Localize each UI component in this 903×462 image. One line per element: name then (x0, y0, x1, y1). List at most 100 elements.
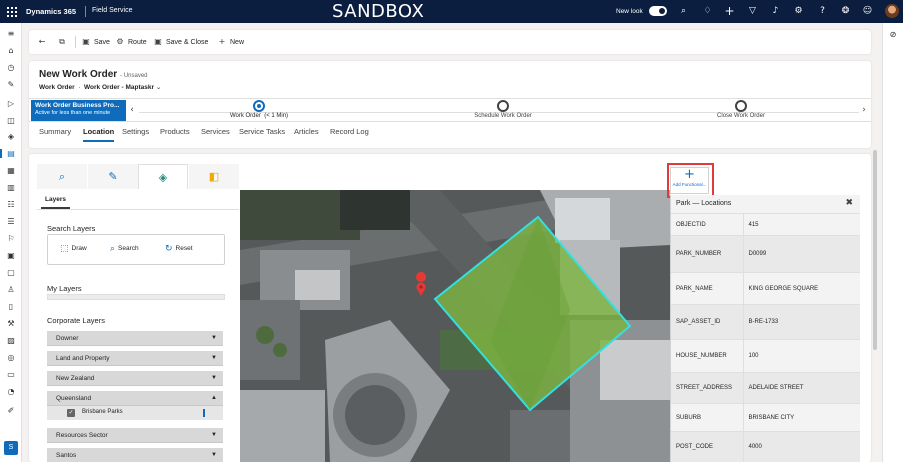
app-launcher-icon[interactable] (7, 7, 17, 17)
feature-attributes-popup: Park — Locations ✖ OBJECTID 415 PARK_NUMB… (670, 195, 860, 462)
dashboard-icon[interactable]: ◫ (4, 114, 18, 127)
tab-articles[interactable]: Articles (294, 127, 319, 136)
popout-icon: ⧉ (59, 37, 65, 46)
process-selector[interactable]: Work Order Business Pro... Active for le… (31, 100, 126, 121)
plus-icon: + (218, 37, 226, 46)
popup-header: Park — Locations ✖ (671, 195, 860, 212)
layers-icon[interactable]: ◈ (138, 164, 188, 189)
app-name[interactable]: Dynamics 365 (26, 7, 76, 16)
attribute-key: STREET_ADDRESS (671, 372, 744, 404)
edit-icon[interactable]: ✎ (88, 164, 138, 189)
attribute-key: PARK_NAME (671, 272, 744, 305)
popout-button[interactable]: ⧉ (57, 30, 70, 54)
layer-group-downer[interactable]: Downer ▼ (47, 331, 223, 346)
save-button[interactable]: ▣ Save (81, 30, 110, 54)
gauge-icon[interactable]: ◔ (4, 385, 18, 398)
process-name: Work Order Business Pro... (35, 102, 120, 109)
attribute-key: SAP_ASSET_ID (671, 304, 744, 340)
table-row: STREET_ADDRESS ADELAIDE STREET (671, 372, 860, 404)
copilot-icon[interactable]: ❂ (839, 5, 852, 18)
top-navigation-bar: Dynamics 365 Field Service SANDBOX New l… (0, 0, 903, 23)
help-icon[interactable]: ? (816, 5, 829, 18)
reset-button[interactable]: ↻ Reset (165, 244, 193, 254)
form-selector[interactable]: Work Order - Maptaskr (84, 84, 154, 91)
draw-button[interactable]: ⬚ Draw (60, 244, 87, 254)
layer-item-brisbane-parks[interactable]: ✓ Brisbane Parks (47, 406, 223, 420)
tab-services[interactable]: Services (201, 127, 230, 136)
pin-icon[interactable]: ✎ (4, 78, 18, 91)
agreement-icon[interactable]: ▨ (4, 334, 18, 347)
calendar-icon[interactable]: ▦ (4, 164, 18, 177)
stage-close-work-order[interactable]: Close Work Order (671, 99, 811, 119)
search-icon: ⌕ (110, 244, 116, 254)
schedule-icon[interactable]: ▥ (4, 181, 18, 194)
gear-icon[interactable]: ⚙ (792, 5, 805, 18)
chevron-left-icon[interactable]: ‹ (128, 103, 136, 117)
clipboard-icon[interactable]: ▣ (4, 249, 18, 262)
add-functional-button[interactable]: + Add Functional... (670, 167, 709, 194)
list-icon[interactable]: ☰ (4, 215, 18, 228)
search-button[interactable]: ⌕ Search (110, 244, 139, 254)
contact-icon[interactable]: ♙ (4, 283, 18, 296)
layers-tab-label[interactable]: Layers (41, 196, 70, 209)
search-icon[interactable]: ⌕ (37, 164, 87, 189)
close-icon[interactable]: ✖ (845, 198, 853, 208)
new-button[interactable]: + New (217, 30, 244, 54)
tab-service-tasks[interactable]: Service Tasks (239, 127, 285, 136)
recent-icon[interactable]: ◷ (4, 61, 18, 74)
route-button[interactable]: ⚙ Route (115, 30, 146, 54)
checkbox-checked-icon[interactable]: ✓ (67, 409, 75, 417)
tab-settings[interactable]: Settings (122, 127, 149, 136)
my-layers-title: My Layers (47, 284, 82, 293)
layer-group-santos[interactable]: Santos ▼ (47, 448, 223, 462)
tab-summary[interactable]: Summary (39, 127, 71, 136)
play-icon[interactable]: ▷ (4, 97, 18, 110)
chevron-right-icon[interactable]: › (860, 103, 868, 117)
back-arrow-icon: ← (38, 37, 46, 46)
search-icon[interactable]: ⌕ (677, 5, 690, 18)
layer-group-resources-sector[interactable]: Resources Sector ▼ (47, 428, 223, 443)
layer-group-land-and-property[interactable]: Land and Property ▼ (47, 351, 223, 366)
save-close-button[interactable]: ▣ Save & Close (153, 30, 208, 54)
truck-icon[interactable]: ▭ (4, 368, 18, 381)
satellite-map[interactable] (240, 190, 670, 462)
hamburger-icon[interactable]: ≡ (4, 27, 18, 40)
map-icon[interactable]: ⚐ (4, 232, 18, 245)
inventory-icon[interactable]: ▢ (4, 266, 18, 279)
bell-icon[interactable]: ♪ (769, 5, 782, 18)
document-icon[interactable]: ▯ (4, 300, 18, 313)
plus-icon[interactable]: + (723, 5, 736, 18)
new-look-toggle[interactable] (649, 6, 667, 16)
esri-icon[interactable]: ◧ (189, 164, 239, 189)
people-icon[interactable]: ☷ (4, 198, 18, 211)
area-switcher-badge[interactable]: S (4, 441, 18, 455)
page-scrollbar[interactable] (873, 150, 877, 350)
command-bar: ← ⧉ ▣ Save ⚙ Route ▣ Save & Close + New (29, 30, 871, 54)
filter-icon[interactable]: ▽ (746, 5, 759, 18)
stage-work-order[interactable]: Work Order (< 1 Min) (189, 99, 329, 119)
copilot-pane-icon[interactable]: ⊘ (887, 29, 899, 41)
attribute-key: HOUSE_NUMBER (671, 339, 744, 373)
work-orders-icon[interactable]: ▤ (0, 147, 18, 160)
tab-products[interactable]: Products (160, 127, 190, 136)
app-root: Dynamics 365 Field Service SANDBOX New l… (0, 0, 903, 462)
home-icon[interactable]: ⌂ (4, 44, 18, 57)
globe-icon[interactable]: ◎ (4, 351, 18, 364)
table-row: SAP_ASSET_ID B-RE-1733 (671, 304, 860, 340)
area-name[interactable]: Field Service (92, 7, 132, 14)
lightbulb-icon[interactable]: ♢ (701, 5, 714, 18)
smiley-icon[interactable]: ☺ (861, 5, 874, 18)
wrench-icon[interactable]: ⚒ (4, 317, 18, 330)
caret-down-icon: ▼ (211, 432, 217, 438)
layer-group-new-zealand[interactable]: New Zealand ▼ (47, 371, 223, 386)
back-button[interactable]: ← (37, 30, 50, 54)
table-row: HOUSE_NUMBER 100 (671, 339, 860, 373)
layers-icon[interactable]: ◈ (4, 130, 18, 143)
avatar[interactable] (885, 4, 899, 18)
stage-schedule-work-order[interactable]: Schedule Work Order (433, 99, 573, 119)
chevron-down-icon[interactable]: ⌄ (156, 84, 161, 91)
layer-group-queensland[interactable]: Queensland ▲ (47, 391, 223, 406)
settings-icon[interactable]: ✐ (4, 404, 18, 417)
tab-record-log[interactable]: Record Log (330, 127, 369, 136)
tab-location[interactable]: Location (83, 127, 115, 142)
